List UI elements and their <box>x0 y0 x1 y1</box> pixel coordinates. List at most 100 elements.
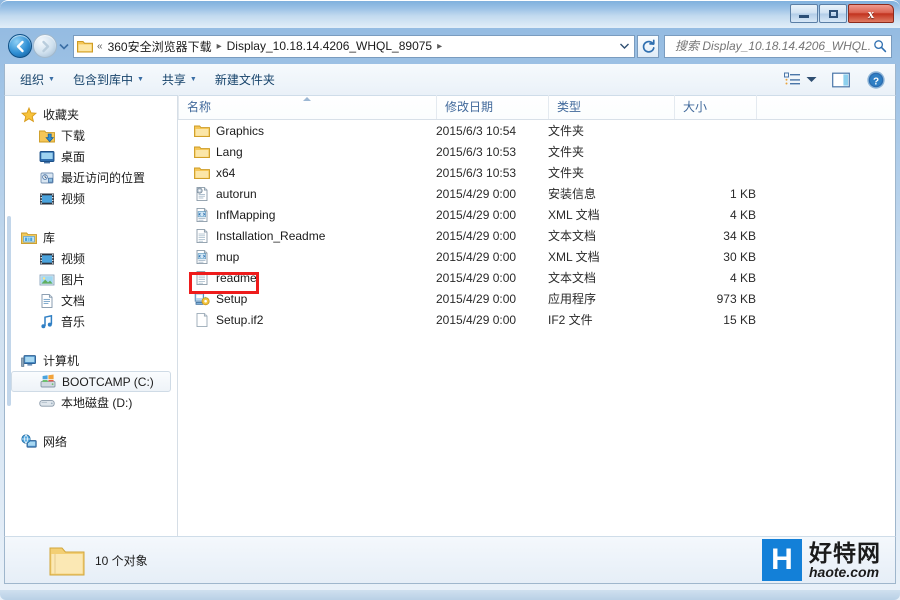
file-size: 15 KB <box>723 312 756 327</box>
history-dropdown-button[interactable] <box>57 35 71 57</box>
table-row[interactable]: Installation_Readme 2015/4/29 0:00 文本文档 … <box>178 225 895 246</box>
file-type: 文本文档 <box>548 229 597 243</box>
preview-pane-button[interactable] <box>832 72 850 88</box>
setup-information-icon <box>196 186 208 201</box>
file-date: 2015/4/29 0:00 <box>436 207 517 222</box>
table-row[interactable]: x64 2015/6/3 10:53 文件夹 <box>178 162 895 183</box>
column-header-type[interactable]: 类型 <box>548 95 674 119</box>
sidebar-item-videos-fav[interactable]: 视频 <box>5 188 177 209</box>
table-row[interactable]: Setup.if2 2015/4/29 0:00 IF2 文件 15 KB <box>178 309 895 330</box>
explorer-window: x « 360安全浏览器下载 ▸ Display_10.18.14.4206_W… <box>0 0 900 600</box>
sidebar-item-computer[interactable]: 计算机 <box>5 350 177 371</box>
file-type: 文件夹 <box>548 166 585 180</box>
breadcrumb-item-0[interactable]: 360安全浏览器下载 <box>104 36 216 57</box>
downloads-icon <box>39 130 55 142</box>
file-date: 2015/4/29 0:00 <box>436 291 517 306</box>
sidebar-item-label: 图片 <box>61 273 86 287</box>
sidebar-item-documents[interactable]: 文档 <box>5 290 177 311</box>
organize-button[interactable]: 组织 ▼ <box>11 67 64 92</box>
search-box[interactable] <box>664 34 892 58</box>
folder-icon <box>194 125 210 137</box>
sidebar-item-local-disk-d[interactable]: 本地磁盘 (D:) <box>5 392 177 413</box>
file-type: 安装信息 <box>548 187 597 201</box>
share-button[interactable]: 共享 ▼ <box>153 67 206 92</box>
close-button[interactable]: x <box>848 4 894 23</box>
file-list-pane: 名称 修改日期 类型 大小 Graphics 2015/6/3 10:54 文件… <box>178 95 895 536</box>
video-icon <box>40 193 54 204</box>
sidebar-item-music[interactable]: 音乐 <box>5 311 177 332</box>
table-row-setup[interactable]: Setup 2015/4/29 0:00 应用程序 973 KB <box>178 288 895 309</box>
file-date: 2015/4/29 0:00 <box>436 186 517 201</box>
star-icon <box>21 106 37 122</box>
help-icon: ? <box>867 70 885 89</box>
include-in-library-button[interactable]: 包含到库中 ▼ <box>64 67 153 92</box>
sidebar-item-pictures[interactable]: 图片 <box>5 269 177 290</box>
table-row[interactable]: InfMapping 2015/4/29 0:00 XML 文档 4 KB <box>178 204 895 225</box>
drive-icon <box>39 399 55 407</box>
network-icon <box>21 433 37 448</box>
column-header-size[interactable]: 大小 <box>674 95 756 119</box>
file-size: 34 KB <box>723 228 756 243</box>
window-bottom-edge <box>0 590 900 600</box>
sidebar-group-computer: 计算机 BOOTCAMP (C:) 本地磁盘 (D:) <box>5 350 177 413</box>
view-dropdown-button[interactable] <box>806 76 817 83</box>
breadcrumb-overflow[interactable]: « <box>96 41 104 52</box>
toolbar-right-group: ? <box>784 70 889 89</box>
back-button[interactable] <box>8 34 32 58</box>
sidebar-item-downloads[interactable]: 下载 <box>5 125 177 146</box>
table-row[interactable]: mup 2015/4/29 0:00 XML 文档 30 KB <box>178 246 895 267</box>
file-date: 2015/4/29 0:00 <box>436 228 517 243</box>
file-name: Lang <box>216 144 243 159</box>
generic-file-icon <box>196 312 208 327</box>
sidebar-item-label: 视频 <box>61 192 86 206</box>
file-size: 1 KB <box>729 186 756 201</box>
sidebar-item-recent-places[interactable]: 最近访问的位置 <box>5 167 177 188</box>
table-row[interactable]: autorun 2015/4/29 0:00 安装信息 1 KB <box>178 183 895 204</box>
new-folder-button[interactable]: 新建文件夹 <box>206 67 284 92</box>
recent-places-icon <box>40 172 54 183</box>
change-view-button[interactable] <box>784 72 801 87</box>
refresh-button[interactable] <box>637 34 659 58</box>
sidebar-item-desktop[interactable]: 桌面 <box>5 146 177 167</box>
sidebar-item-label: 最近访问的位置 <box>61 171 146 185</box>
table-row[interactable]: Lang 2015/6/3 10:53 文件夹 <box>178 141 895 162</box>
file-type: 文本文档 <box>548 271 597 285</box>
column-header-date[interactable]: 修改日期 <box>436 95 548 119</box>
file-type: XML 文档 <box>548 250 600 264</box>
sort-ascending-icon <box>303 97 311 101</box>
breadcrumb-separator-1[interactable]: ▸ <box>436 41 443 52</box>
breadcrumb-item-1[interactable]: Display_10.18.14.4206_WHQL_89075 <box>223 37 436 55</box>
file-name: readme <box>216 270 257 285</box>
address-bar[interactable]: « 360安全浏览器下载 ▸ Display_10.18.14.4206_WHQ… <box>73 34 635 58</box>
sidebar-item-label: BOOTCAMP (C:) <box>62 374 154 389</box>
table-row[interactable]: readme 2015/4/29 0:00 文本文档 4 KB <box>178 267 895 288</box>
search-input[interactable] <box>673 38 873 54</box>
watermark-cn: 好特网 <box>809 539 881 566</box>
sidebar-item-bootcamp-c[interactable]: BOOTCAMP (C:) <box>11 371 171 392</box>
maximize-button[interactable] <box>819 4 847 23</box>
sidebar-item-label: 下载 <box>61 129 86 143</box>
forward-button[interactable] <box>33 34 57 58</box>
explorer-body: 收藏夹 下载 桌面 最近访问的位置 视频 库 视频 图片 文档 音乐 计算机 B… <box>4 95 896 536</box>
help-button[interactable]: ? <box>867 70 885 89</box>
sidebar-item-label: 库 <box>43 231 56 245</box>
minimize-button[interactable] <box>790 4 818 23</box>
minimize-icon <box>799 15 809 18</box>
table-row[interactable]: Graphics 2015/6/3 10:54 文件夹 <box>178 120 895 141</box>
watermark: H 好特网 haote.com <box>762 539 887 581</box>
file-type: 文件夹 <box>548 145 585 159</box>
chevron-down-icon: ▼ <box>189 76 197 83</box>
xml-document-icon <box>196 249 208 264</box>
windows-drive-icon <box>40 374 56 387</box>
file-size: 4 KB <box>729 207 756 222</box>
sidebar-item-network[interactable]: 网络 <box>5 431 177 452</box>
column-header-filler[interactable] <box>756 95 895 119</box>
sidebar-item-favorites[interactable]: 收藏夹 <box>5 104 177 125</box>
sidebar-item-videos-lib[interactable]: 视频 <box>5 248 177 269</box>
folder-icon <box>194 167 210 179</box>
file-name: Setup <box>216 291 248 306</box>
address-dropdown-icon[interactable] <box>616 42 632 51</box>
sidebar-item-libraries[interactable]: 库 <box>5 227 177 248</box>
sidebar-scrollbar[interactable] <box>7 216 11 406</box>
